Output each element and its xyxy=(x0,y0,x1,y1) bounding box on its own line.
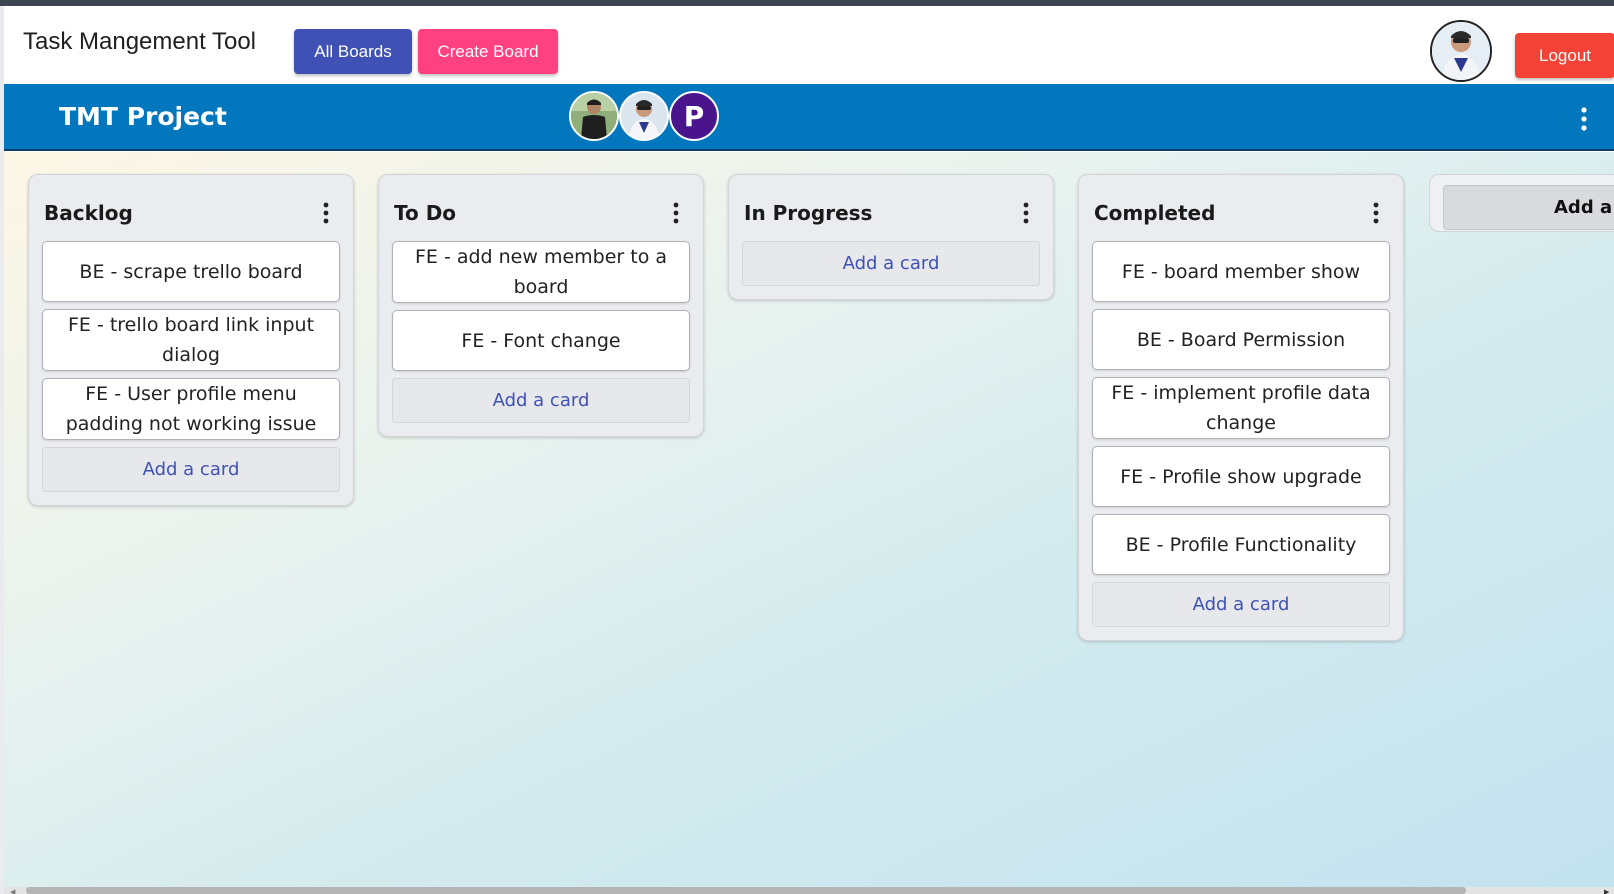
add-list-panel: Add a Li xyxy=(1429,174,1614,232)
list-card[interactable]: FE - add new member to a board xyxy=(392,241,690,303)
list-header: Completed xyxy=(1092,175,1390,241)
list-menu-icon[interactable] xyxy=(318,201,334,225)
board-title: TMT Project xyxy=(59,102,227,131)
list-header: In Progress xyxy=(742,175,1040,241)
list-card[interactable]: FE - Profile show upgrade xyxy=(1092,446,1390,507)
member-avatar-3[interactable]: P xyxy=(669,91,719,141)
list-title: Completed xyxy=(1094,201,1216,225)
member-avatar-icon xyxy=(621,93,667,139)
list-title: Backlog xyxy=(44,201,133,225)
list-card[interactable]: FE - trello board link input dialog xyxy=(42,309,340,371)
horizontal-scrollbar[interactable] xyxy=(4,887,1614,894)
user-avatar[interactable] xyxy=(1430,20,1492,82)
add-card-button[interactable]: Add a card xyxy=(1092,582,1390,627)
list-card[interactable]: BE - Profile Functionality xyxy=(1092,514,1390,575)
app-title: Task Mangement Tool xyxy=(23,28,257,55)
board-canvas: Backlog BE - scrape trello board FE - tr… xyxy=(4,152,1614,887)
list-header: To Do xyxy=(392,175,690,241)
all-boards-button[interactable]: All Boards xyxy=(294,29,412,74)
member-avatar-2[interactable] xyxy=(619,91,669,141)
member-avatar-1[interactable] xyxy=(569,91,619,141)
user-avatar-icon xyxy=(1432,22,1490,80)
add-card-button[interactable]: Add a card xyxy=(742,241,1040,286)
list-card[interactable]: FE - board member show xyxy=(1092,241,1390,302)
member-avatar-icon xyxy=(571,93,617,139)
board-header: TMT Project P xyxy=(4,84,1614,151)
logout-button[interactable]: Logout xyxy=(1515,33,1614,78)
list-title: To Do xyxy=(394,201,457,225)
add-card-button[interactable]: Add a card xyxy=(392,378,690,423)
list-menu-icon[interactable] xyxy=(1368,201,1384,225)
list-title: In Progress xyxy=(744,201,873,225)
list-menu-icon[interactable] xyxy=(668,201,684,225)
list-card[interactable]: BE - Board Permission xyxy=(1092,309,1390,370)
list-header: Backlog xyxy=(42,175,340,241)
create-board-button[interactable]: Create Board xyxy=(418,29,558,74)
list-in-progress: In Progress Add a card xyxy=(728,174,1054,300)
list-todo: To Do FE - add new member to a board FE … xyxy=(378,174,704,437)
add-list-button[interactable]: Add a Li xyxy=(1443,185,1614,230)
top-navbar: Task Mangement Tool All Boards Create Bo… xyxy=(4,6,1614,84)
list-backlog: Backlog BE - scrape trello board FE - tr… xyxy=(28,174,354,506)
scroll-right-icon[interactable]: ▶ xyxy=(1604,888,1609,894)
scrollbar-thumb[interactable] xyxy=(26,887,1466,894)
list-card[interactable]: FE - User profile menu padding not worki… xyxy=(42,378,340,440)
board-menu-icon[interactable] xyxy=(1574,106,1594,132)
list-completed: Completed FE - board member show BE - Bo… xyxy=(1078,174,1404,641)
list-card[interactable]: FE - Font change xyxy=(392,310,690,371)
list-card[interactable]: FE - implement profile data change xyxy=(1092,377,1390,439)
scroll-left-icon[interactable]: ◀ xyxy=(10,888,15,894)
list-menu-icon[interactable] xyxy=(1018,201,1034,225)
add-card-button[interactable]: Add a card xyxy=(42,447,340,492)
list-card[interactable]: BE - scrape trello board xyxy=(42,241,340,302)
